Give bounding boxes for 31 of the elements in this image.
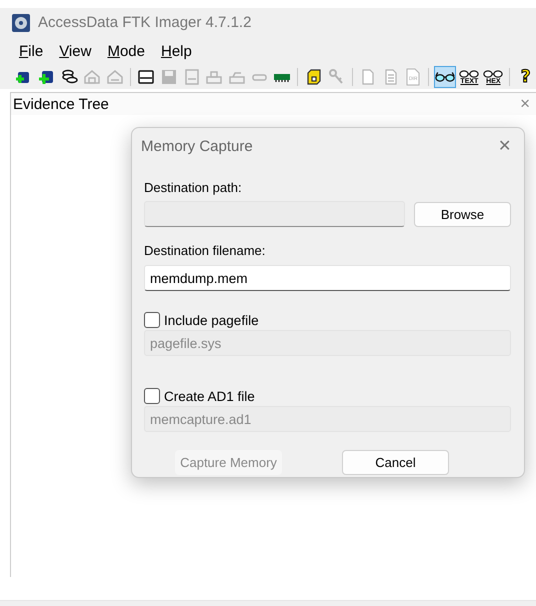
checkbox[interactable] (144, 312, 160, 328)
checkbox[interactable] (144, 388, 160, 404)
disk-stack-icon (60, 68, 79, 86)
box-icon (304, 68, 323, 86)
field-label: Destination filename: (144, 243, 266, 259)
dialog-title: Memory Capture (141, 138, 253, 154)
close-button[interactable]: ✕ (498, 136, 511, 156)
panel-title: Evidence Tree (13, 96, 109, 112)
floppy-icon (160, 68, 178, 86)
field-label: Destination path: (144, 180, 243, 196)
glasses-icon (483, 70, 504, 78)
menu-item[interactable]: View (59, 42, 92, 60)
input-field[interactable]: memdump.mem (144, 265, 511, 291)
menu-item[interactable]: Mode (107, 42, 145, 60)
drive-add-icon (38, 68, 56, 86)
browse-button[interactable]: Browse (414, 202, 511, 226)
house-icon (106, 68, 124, 86)
key-icon (327, 68, 346, 86)
menu-item[interactable]: File (19, 42, 44, 60)
app-logo-icon (12, 14, 30, 32)
glasses-icon (459, 70, 480, 78)
checkbox-label[interactable]: Create AD1 file (164, 388, 255, 404)
toolbar-button[interactable] (434, 66, 456, 88)
house-icon (83, 68, 102, 86)
checkbox-label[interactable]: Include pagefile (164, 312, 259, 328)
glasses-icon (435, 71, 456, 83)
window-title: AccessData FTK Imager 4.7.1.2 (38, 14, 252, 31)
dialog-button[interactable]: Cancel (342, 450, 449, 475)
drive-icon (182, 68, 201, 86)
drive-icon (137, 68, 156, 86)
menu-item[interactable]: Help (160, 42, 192, 60)
